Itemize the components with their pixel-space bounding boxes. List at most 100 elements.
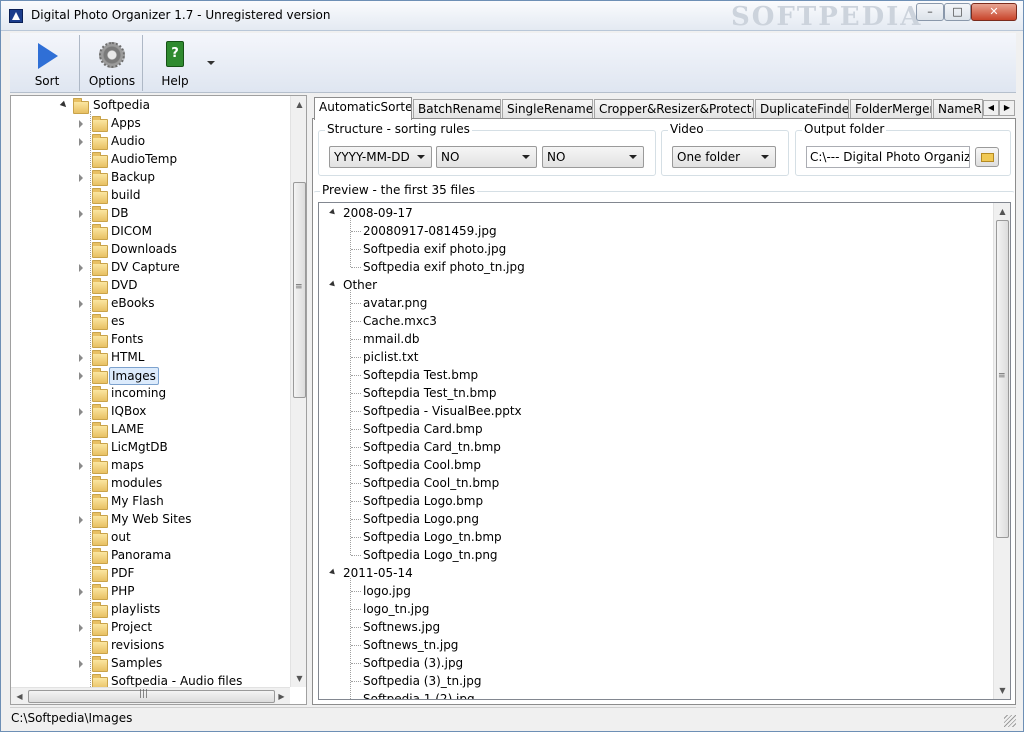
tree-node[interactable]: DICOM xyxy=(11,223,290,241)
tree-node[interactable]: Images xyxy=(11,367,290,385)
folder-tree[interactable]: Softpedia Apps Audio AudioTemp Backup build DB… xyxy=(10,95,307,705)
preview-group-node[interactable]: 2011-05-14 xyxy=(319,564,979,582)
minimize-button[interactable]: – xyxy=(916,3,944,21)
tree-node[interactable]: DB xyxy=(11,205,290,223)
tree-node[interactable]: maps xyxy=(11,457,290,475)
tree-node[interactable]: out xyxy=(11,529,290,547)
tree-node[interactable]: playlists xyxy=(11,601,290,619)
tab-foldermerger[interactable]: FolderMerger xyxy=(850,99,932,119)
scroll-up-icon[interactable]: ▲ xyxy=(994,203,1010,220)
preview-file-item[interactable]: Softnews.jpg xyxy=(319,618,979,636)
preview-file-item[interactable]: Softpedia exif photo.jpg xyxy=(319,240,979,258)
tree-node-root[interactable]: Softpedia xyxy=(11,97,290,115)
sort-button[interactable]: Sort xyxy=(10,33,84,93)
scroll-left-icon[interactable]: ◀ xyxy=(11,688,28,704)
tab-scroll-right-icon[interactable]: ▶ xyxy=(999,100,1015,116)
tab-automaticsorter[interactable]: AutomaticSorter xyxy=(314,97,412,120)
tab-batchrenamer[interactable]: BatchRenamer xyxy=(413,99,501,119)
tree-hscroll-thumb[interactable] xyxy=(28,690,275,703)
video-select[interactable]: One folder xyxy=(672,146,776,168)
close-button[interactable]: ✕ xyxy=(971,3,1017,21)
output-folder-field[interactable]: C:\--- Digital Photo Organizer xyxy=(806,146,970,168)
tree-node[interactable]: PHP xyxy=(11,583,290,601)
rule1-select[interactable]: YYYY-MM-DD xyxy=(329,146,432,168)
preview-file-item[interactable]: Softpedia Logo_tn.bmp xyxy=(319,528,979,546)
tab-cropper-resizer-protector[interactable]: Cropper&Resizer&Protector xyxy=(594,99,754,119)
tree-node[interactable]: Project xyxy=(11,619,290,637)
preview-file-item[interactable]: Softpedia Logo.png xyxy=(319,510,979,528)
tree-node[interactable]: Apps xyxy=(11,115,290,133)
preview-group-node[interactable]: 2008-09-17 xyxy=(319,204,979,222)
preview-file-item[interactable]: logo.jpg xyxy=(319,582,979,600)
tab-scroll-left-icon[interactable]: ◀ xyxy=(983,100,999,116)
tree-node[interactable]: modules xyxy=(11,475,290,493)
browse-folder-button[interactable] xyxy=(975,147,999,167)
preview-file-item[interactable]: Softepdia Test.bmp xyxy=(319,366,979,384)
tree-node[interactable]: es xyxy=(11,313,290,331)
tree-node[interactable]: Backup xyxy=(11,169,290,187)
tab-namere[interactable]: NameRe xyxy=(933,99,983,119)
expand-icon[interactable] xyxy=(79,516,83,524)
preview-file-item[interactable]: mmail.db xyxy=(319,330,979,348)
expand-icon[interactable] xyxy=(79,408,83,416)
preview-file-item[interactable]: Softpedia Card.bmp xyxy=(319,420,979,438)
tree-node[interactable]: incoming xyxy=(11,385,290,403)
options-button[interactable]: Options xyxy=(80,33,144,93)
scroll-right-icon[interactable]: ▶ xyxy=(273,688,290,704)
tree-vertical-scrollbar[interactable]: ▲ ≡ ▼ xyxy=(290,96,306,687)
preview-vertical-scrollbar[interactable]: ▲ ≡ ▼ xyxy=(993,203,1010,699)
scroll-down-icon[interactable]: ▼ xyxy=(994,682,1010,699)
rule2-select[interactable]: NO xyxy=(436,146,537,168)
preview-group-node[interactable]: Other xyxy=(319,276,979,294)
tree-node[interactable]: Audio xyxy=(11,133,290,151)
tree-node[interactable]: HTML xyxy=(11,349,290,367)
tree-node[interactable]: My Web Sites xyxy=(11,511,290,529)
expand-icon[interactable] xyxy=(79,138,83,146)
preview-file-item[interactable]: Softpedia Logo_tn.png xyxy=(319,546,979,564)
expand-icon[interactable] xyxy=(79,588,83,596)
tree-node[interactable]: AudioTemp xyxy=(11,151,290,169)
tree-node[interactable]: LicMgtDB xyxy=(11,439,290,457)
collapse-icon[interactable] xyxy=(329,568,337,577)
scroll-up-icon[interactable]: ▲ xyxy=(291,96,306,113)
tree-node[interactable]: Samples xyxy=(11,655,290,673)
expand-icon[interactable] xyxy=(79,264,83,272)
preview-file-item[interactable]: Softpedia (3)_tn.jpg xyxy=(319,672,979,690)
help-button[interactable]: ? Help xyxy=(143,33,207,93)
tree-node[interactable]: PDF xyxy=(11,565,290,583)
preview-file-item[interactable]: piclist.txt xyxy=(319,348,979,366)
preview-file-item[interactable]: Softepdia Test_tn.bmp xyxy=(319,384,979,402)
expand-icon[interactable] xyxy=(79,300,83,308)
tab-duplicatefinder[interactable]: DuplicateFinder xyxy=(755,99,849,119)
preview-file-item[interactable]: Softpedia - VisualBee.pptx xyxy=(319,402,979,420)
tree-node[interactable]: revisions xyxy=(11,637,290,655)
preview-file-item[interactable]: logo_tn.jpg xyxy=(319,600,979,618)
maximize-button[interactable]: □ xyxy=(944,3,971,21)
scroll-down-icon[interactable]: ▼ xyxy=(291,670,306,687)
tree-node[interactable]: IQBox xyxy=(11,403,290,421)
preview-file-item[interactable]: Softpedia Cool_tn.bmp xyxy=(319,474,979,492)
preview-file-item[interactable]: Softpedia exif photo_tn.jpg xyxy=(319,258,979,276)
tab-singlerenamer[interactable]: SingleRenamer xyxy=(502,99,593,119)
preview-file-item[interactable]: Softnews_tn.jpg xyxy=(319,636,979,654)
collapse-icon[interactable] xyxy=(329,280,337,289)
help-dropdown-arrow-icon[interactable] xyxy=(207,61,215,65)
expand-icon[interactable] xyxy=(79,462,83,470)
preview-tree[interactable]: 2008-09-17 20080917-081459.jpg Softpedia e… xyxy=(318,202,1011,700)
tree-node[interactable]: LAME xyxy=(11,421,290,439)
expand-icon[interactable] xyxy=(79,660,83,668)
tree-node[interactable]: build xyxy=(11,187,290,205)
preview-file-item[interactable]: 20080917-081459.jpg xyxy=(319,222,979,240)
tree-horizontal-scrollbar[interactable]: ◀ ||| ▶ xyxy=(11,687,290,704)
expand-icon[interactable] xyxy=(79,624,83,632)
collapse-icon[interactable] xyxy=(329,208,337,217)
tree-node[interactable]: Panorama xyxy=(11,547,290,565)
expand-icon[interactable] xyxy=(79,120,83,128)
preview-file-item[interactable]: Softpedia Card_tn.bmp xyxy=(319,438,979,456)
tree-node[interactable]: eBooks xyxy=(11,295,290,313)
preview-file-item[interactable]: avatar.png xyxy=(319,294,979,312)
collapse-icon[interactable] xyxy=(59,100,69,110)
tree-node[interactable]: Fonts xyxy=(11,331,290,349)
preview-file-item[interactable]: Cache.mxc3 xyxy=(319,312,979,330)
expand-icon[interactable] xyxy=(79,354,83,362)
